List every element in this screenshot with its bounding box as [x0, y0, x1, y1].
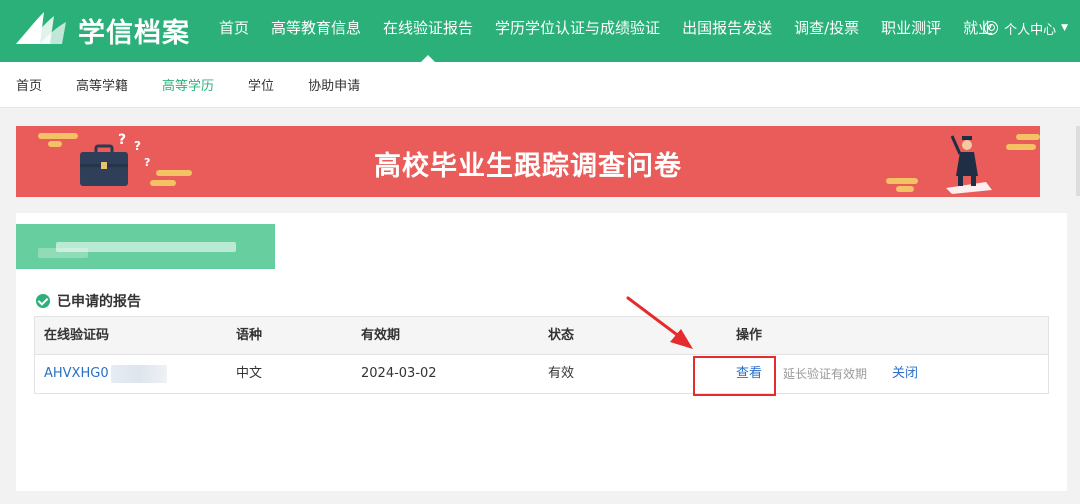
decor-stroke	[1016, 134, 1040, 140]
nav-item-online-report[interactable]: 在线验证报告	[372, 0, 484, 62]
logo-text: 学信档案	[78, 17, 190, 49]
subnav-item-home[interactable]: 首页	[4, 75, 54, 94]
decor-stroke	[886, 178, 918, 184]
top-nav: 学信档案 首页 高等教育信息 在线验证报告 学历学位认证与成绩验证 出国报告发送…	[0, 0, 1080, 62]
verification-code[interactable]: AHVXHG0	[44, 366, 109, 381]
nav-item-home[interactable]: 首页	[208, 0, 260, 62]
blurred-text	[38, 248, 88, 258]
report-panel: 已申请的报告 在线验证码 语种 有效期 状态 操作 AHVXHG0 中文 202…	[16, 213, 1067, 491]
graduate-figure-icon	[946, 135, 992, 194]
header-status: 状态	[548, 328, 575, 343]
nav-item-overseas-report[interactable]: 出国报告发送	[671, 0, 783, 62]
annotation-highlight-box	[693, 356, 776, 396]
verification-code-link[interactable]: AHVXHG0	[44, 355, 167, 393]
header-code: 在线验证码	[44, 328, 110, 343]
user-center-menu[interactable]: 个人中心 ▼	[984, 0, 1068, 56]
logo-icon	[16, 12, 66, 44]
nav-item-survey[interactable]: 调查/投票	[783, 0, 870, 62]
user-info-card	[16, 224, 275, 269]
table-header: 在线验证码 语种 有效期 状态 操作	[35, 317, 1048, 355]
section-title: 已申请的报告	[36, 291, 141, 311]
banner-title: 高校毕业生跟踪调查问卷	[374, 151, 682, 182]
scrollbar[interactable]	[1076, 126, 1080, 196]
header-expiry: 有效期	[361, 328, 401, 343]
nav-item-career-test[interactable]: 职业测评	[870, 0, 952, 62]
subnav-item-degree[interactable]: 学位	[236, 75, 286, 94]
nav-item-education-info[interactable]: 高等教育信息	[260, 0, 372, 62]
logo[interactable]: 学信档案	[14, 10, 190, 50]
decor-stroke	[38, 133, 78, 139]
header-language: 语种	[236, 328, 263, 343]
table-row: AHVXHG0 中文 2024-03-02 有效 查看 延长验证有效期 关闭	[35, 355, 1048, 393]
extend-validity-link[interactable]: 延长验证有效期	[783, 355, 867, 393]
blurred-text	[110, 364, 167, 383]
section-title-text: 已申请的报告	[57, 294, 141, 310]
expiry-cell: 2024-03-02	[361, 366, 437, 381]
close-link[interactable]: 关闭	[892, 355, 918, 393]
chevron-down-icon: ▼	[1061, 23, 1068, 33]
decor-stroke	[896, 186, 914, 192]
sub-nav: 首页 高等学籍 高等学历 学位 协助申请	[0, 62, 1080, 108]
check-circle-icon	[36, 294, 50, 308]
subnav-item-assist-apply[interactable]: 协助申请	[296, 75, 372, 94]
user-icon	[984, 21, 999, 35]
reports-table: 在线验证码 语种 有效期 状态 操作 AHVXHG0 中文 2024-03-02…	[34, 316, 1049, 394]
header-actions: 操作	[736, 328, 763, 343]
subnav-item-enrollment[interactable]: 高等学籍	[64, 75, 140, 94]
user-center-label: 个人中心	[1004, 22, 1057, 38]
subnav-item-degree-record[interactable]: 高等学历	[150, 75, 226, 94]
main-nav: 首页 高等教育信息 在线验证报告 学历学位认证与成绩验证 出国报告发送 调查/投…	[208, 0, 1004, 62]
nav-item-certification[interactable]: 学历学位认证与成绩验证	[484, 0, 671, 62]
decor-stroke	[1006, 144, 1036, 150]
survey-banner[interactable]: ? ? ? 高校毕业生跟踪调查问卷	[16, 126, 1040, 197]
status-cell: 有效	[548, 366, 575, 381]
language-cell: 中文	[236, 366, 263, 381]
